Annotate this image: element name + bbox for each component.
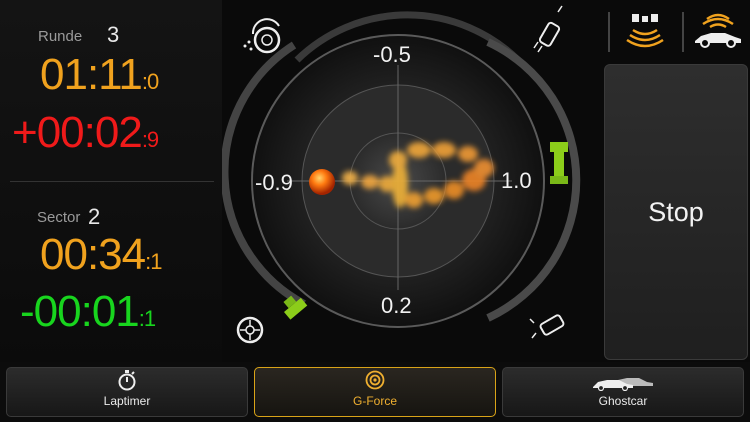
car-drift-icon — [533, 5, 563, 53]
gforce-right-value: 1.0 — [501, 168, 532, 193]
sector-time-main: 00:34 — [40, 230, 146, 279]
tab-laptimer-label: Laptimer — [103, 394, 151, 408]
sector-delta-main: -00:01 — [20, 287, 140, 336]
gps-signal-button[interactable] — [608, 8, 676, 52]
tab-gforce-label: G-Force — [352, 394, 397, 408]
gforce-gauge: -0.5 0.2 -0.9 1.0 — [220, 0, 594, 362]
stopwatch-icon — [118, 370, 136, 391]
gforce-ball — [309, 169, 335, 195]
panel-divider — [10, 181, 214, 182]
sector-delta-fraction: :1 — [138, 306, 156, 331]
wheel-icon — [236, 316, 264, 344]
stop-button-label: Stop — [648, 196, 704, 227]
lap-delta-fraction: :9 — [141, 127, 159, 152]
car-signal-button[interactable] — [682, 8, 748, 52]
wheel-spin-icon — [243, 18, 281, 54]
sector-time-fraction: :1 — [145, 249, 162, 274]
target-icon — [365, 370, 385, 390]
tab-gforce[interactable]: G-Force — [254, 367, 496, 417]
tab-ghostcar-label: Ghostcar — [598, 394, 648, 408]
lap-number: 3 — [107, 22, 120, 47]
car-skid-icon — [529, 314, 565, 339]
sector-number: 2 — [88, 204, 101, 229]
gforce-bottom-value: 0.2 — [381, 293, 412, 318]
sector-label: Sector — [37, 209, 81, 226]
gforce-left-value: -0.9 — [255, 170, 293, 195]
timing-panel: Runde 3 01:11:0 +00:02:9 Sector 2 00:34:… — [0, 0, 222, 362]
lap-time-main: 01:11 — [40, 50, 143, 99]
tab-laptimer[interactable]: Laptimer — [6, 367, 248, 417]
car-signal-icon — [695, 13, 741, 48]
separator — [682, 12, 684, 52]
tab-bar: Laptimer G-Force Ghostcar — [0, 362, 750, 422]
g-marker-right — [550, 142, 568, 184]
sector-time: 00:34:1 — [40, 230, 162, 279]
gforce-top-value: -0.5 — [373, 42, 411, 67]
sector-delta: -00:01:1 — [20, 287, 156, 336]
stop-button[interactable]: Stop — [604, 64, 748, 360]
tab-ghostcar[interactable]: Ghostcar — [502, 367, 744, 417]
separator — [608, 12, 610, 52]
lap-delta-main: +00:02 — [12, 108, 143, 157]
two-cars-icon — [593, 378, 653, 391]
gps-signal-icon — [626, 14, 664, 48]
lap-time-fraction: :0 — [141, 69, 159, 94]
lap-delta: +00:02:9 — [12, 108, 159, 157]
lap-label: Runde — [38, 28, 83, 45]
lap-time: 01:11:0 — [40, 50, 159, 99]
